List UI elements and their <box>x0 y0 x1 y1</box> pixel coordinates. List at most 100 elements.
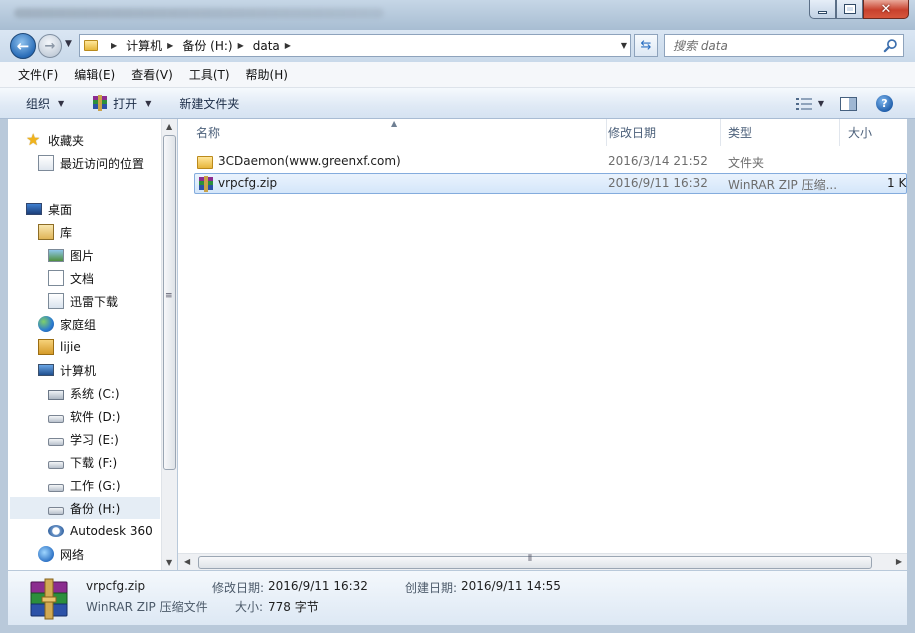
computer-icon <box>38 364 54 376</box>
details-created-value: 2016/9/11 14:55 <box>461 579 561 593</box>
winrar-icon <box>93 95 108 111</box>
column-size[interactable]: 大小 <box>838 119 907 146</box>
command-bar: 组织 ▼ 打开 ▼ 新建文件夹 ▼ ? <box>0 88 915 119</box>
nav-network[interactable]: 网络 <box>38 543 175 565</box>
nav-label: 文档 <box>70 271 95 286</box>
menu-file[interactable]: 文件(F) <box>18 66 58 83</box>
address-row: ← → ▼ ▶ 计算机 ▶ 备份 (H:) ▶ data ▶ ▼ ⇆ <box>0 30 915 62</box>
nav-thunder-downloads[interactable]: 迅雷下载 <box>48 290 175 312</box>
details-modified-value: 2016/9/11 16:32 <box>268 579 368 593</box>
nav-label: 学习 (E:) <box>70 432 119 447</box>
nav-label: 网络 <box>60 547 85 562</box>
horizontal-scrollbar[interactable]: ◀ ⦀ ▶ <box>178 553 907 570</box>
nav-documents[interactable]: 文档 <box>48 267 175 289</box>
nav-favorites[interactable]: ★ 收藏夹 <box>26 129 175 151</box>
address-history-dropdown[interactable]: ▼ <box>621 41 627 50</box>
breadcrumb-chevron-icon[interactable]: ▶ <box>238 41 244 50</box>
nav-scroll-thumb[interactable] <box>163 135 176 470</box>
column-modified[interactable]: 修改日期 <box>598 119 721 146</box>
nav-pictures[interactable]: 图片 <box>48 244 175 266</box>
view-mode-dropdown[interactable]: ▼ <box>818 99 824 108</box>
scroll-left-icon[interactable]: ◀ <box>184 557 190 566</box>
nav-recent-places[interactable]: 最近访问的位置 <box>38 152 175 174</box>
menu-edit[interactable]: 编辑(E) <box>74 66 115 83</box>
nav-label: 下载 (F:) <box>70 455 118 470</box>
drive-icon <box>48 507 64 515</box>
nav-libraries[interactable]: 库 <box>38 221 175 243</box>
nav-drive-c[interactable]: 系统 (C:) <box>48 382 175 404</box>
address-bar[interactable]: ▶ 计算机 ▶ 备份 (H:) ▶ data ▶ ▼ <box>79 34 631 57</box>
details-pane: vrpcfg.zip WinRAR ZIP 压缩文件 修改日期: 2016/9/… <box>8 570 907 625</box>
window-title-blurred <box>14 8 384 18</box>
scroll-down-icon[interactable]: ▼ <box>166 558 172 567</box>
breadcrumb-chevron-icon[interactable]: ▶ <box>111 41 117 50</box>
nav-autodesk-360[interactable]: Autodesk 360 <box>48 520 175 542</box>
column-type-label: 类型 <box>728 126 753 140</box>
column-name[interactable]: 名称 <box>186 119 607 146</box>
organize-label: 组织 <box>26 96 51 111</box>
search-icon[interactable] <box>883 38 898 53</box>
title-bar[interactable]: ✕ <box>0 0 915 30</box>
breadcrumb-chevron-icon[interactable]: ▶ <box>167 41 173 50</box>
nav-drive-h[interactable]: 备份 (H:) <box>10 497 160 519</box>
chevron-down-icon: ▼ <box>145 98 152 108</box>
back-button[interactable]: ← <box>10 33 36 59</box>
search-input[interactable] <box>673 38 873 53</box>
column-name-label: 名称 <box>196 126 221 140</box>
scroll-grip-icon: ≡ <box>165 291 173 301</box>
details-size-value: 778 字节 <box>268 600 319 614</box>
recent-pages-dropdown[interactable]: ▼ <box>65 39 72 49</box>
nav-drive-f[interactable]: 下载 (F:) <box>48 451 175 473</box>
nav-drive-d[interactable]: 软件 (D:) <box>48 405 175 427</box>
nav-label: 桌面 <box>48 202 73 217</box>
nav-homegroup[interactable]: 家庭组 <box>38 313 175 335</box>
details-file-type: WinRAR ZIP 压缩文件 <box>86 600 208 614</box>
recent-places-icon <box>38 155 54 171</box>
breadcrumb-data[interactable]: data <box>253 39 280 53</box>
breadcrumb-chevron-icon[interactable]: ▶ <box>285 41 291 50</box>
breadcrumb-computer[interactable]: 计算机 <box>126 37 162 54</box>
open-button[interactable]: 打开 ▼ <box>92 95 151 112</box>
refresh-button[interactable]: ⇆ <box>634 34 658 57</box>
organize-button[interactable]: 组织 ▼ <box>26 95 64 112</box>
file-row[interactable]: 3CDaemon(www.greenxf.com) 2016/3/14 21:5… <box>194 152 907 173</box>
new-folder-button[interactable]: 新建文件夹 <box>179 95 239 112</box>
menu-view[interactable]: 查看(V) <box>131 66 173 83</box>
details-modified-label: 修改日期: <box>212 581 265 595</box>
scroll-up-icon[interactable]: ▲ <box>166 122 172 131</box>
menu-tools[interactable]: 工具(T) <box>189 66 230 83</box>
nav-drive-e[interactable]: 学习 (E:) <box>48 428 175 450</box>
breadcrumb-drive-h[interactable]: 备份 (H:) <box>182 37 232 54</box>
menu-help[interactable]: 帮助(H) <box>246 66 288 83</box>
minimize-icon <box>818 10 827 14</box>
scroll-right-icon[interactable]: ▶ <box>896 557 902 566</box>
window-controls: ✕ <box>809 0 909 19</box>
nav-label: 库 <box>60 225 73 240</box>
navigation-pane[interactable]: ★ 收藏夹 最近访问的位置 桌面 库 图片 文档 迅雷下载 家庭组 lijie … <box>8 119 176 570</box>
preview-pane-icon[interactable] <box>840 96 857 111</box>
system-drive-icon <box>48 390 64 400</box>
drive-icon <box>48 415 64 423</box>
search-box[interactable] <box>664 34 904 57</box>
column-type[interactable]: 类型 <box>718 119 840 146</box>
column-size-label: 大小 <box>848 126 873 140</box>
folder-icon <box>84 40 98 51</box>
help-icon[interactable]: ? <box>876 95 893 112</box>
nav-scrollbar[interactable]: ▲ ≡ ▼ <box>161 119 177 570</box>
desktop-icon <box>26 203 42 215</box>
forward-button[interactable]: → <box>38 34 62 58</box>
maximize-button[interactable] <box>836 0 863 19</box>
file-list[interactable]: ▲ 名称 修改日期 类型 大小 3CDaemon(www.greenxf.com… <box>178 119 907 553</box>
arrow-right-icon: → <box>44 38 56 54</box>
nav-computer[interactable]: 计算机 <box>38 359 175 381</box>
horizontal-scroll-thumb[interactable] <box>198 556 872 569</box>
winrar-icon <box>199 176 213 192</box>
minimize-button[interactable] <box>809 0 836 19</box>
file-row-selected[interactable]: vrpcfg.zip 2016/9/11 16:32 WinRAR ZIP 压缩… <box>194 173 907 194</box>
close-icon: ✕ <box>880 1 892 17</box>
nav-user[interactable]: lijie <box>38 336 175 358</box>
nav-desktop[interactable]: 桌面 <box>26 198 175 220</box>
close-button[interactable]: ✕ <box>863 0 909 19</box>
view-mode-icon[interactable] <box>795 97 812 111</box>
nav-drive-g[interactable]: 工作 (G:) <box>48 474 175 496</box>
